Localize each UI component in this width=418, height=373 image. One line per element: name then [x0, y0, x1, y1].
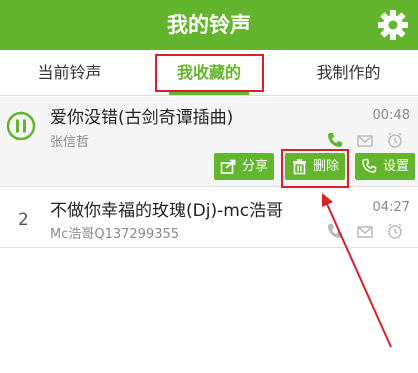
list-item[interactable]: 2 不做你幸福的玫瑰(Dj)-mc浩哥 Mc浩哥Q137299355 04:27: [0, 188, 418, 248]
share-icon: [220, 159, 236, 174]
song-artist: Mc浩哥Q137299355: [50, 227, 180, 242]
alarm-icon[interactable]: [386, 131, 404, 149]
app-header: 我的铃声: [0, 0, 418, 50]
tab-my-creations[interactable]: 我制作的: [279, 50, 418, 96]
song-index: 2: [18, 210, 29, 230]
alarm-icon[interactable]: [386, 222, 404, 240]
song-title: 不做你幸福的玫瑰(Dj)-mc浩哥: [50, 201, 284, 221]
phone-icon[interactable]: [326, 222, 344, 240]
message-icon[interactable]: [356, 223, 374, 241]
settings-button[interactable]: [376, 8, 410, 42]
ring-icon: [362, 158, 377, 173]
song-duration: 00:48: [372, 108, 410, 123]
phone-icon[interactable]: [326, 131, 344, 149]
pause-icon: [6, 111, 36, 141]
tab-current-ringtone[interactable]: 当前铃声: [0, 50, 139, 96]
share-label: 分享: [242, 159, 269, 174]
song-title: 爱你没错(古剑奇谭插曲): [50, 108, 234, 128]
song-duration: 04:27: [372, 200, 410, 215]
message-icon[interactable]: [356, 132, 374, 150]
active-tab-indicator: [169, 92, 249, 95]
set-ringtone-button[interactable]: 设置: [355, 153, 415, 180]
delete-annotation-box: [281, 149, 349, 188]
set-label: 设置: [383, 159, 410, 174]
share-button[interactable]: 分享: [214, 153, 274, 180]
page-title: 我的铃声: [167, 13, 251, 37]
tab-annotation-box: [155, 54, 264, 92]
gear-icon: [378, 10, 408, 40]
pause-button[interactable]: [6, 111, 36, 141]
list-item[interactable]: 爱你没错(古剑奇谭插曲) 张信哲 00:48 分享 删除 设置: [0, 97, 418, 187]
song-artist: 张信哲: [50, 135, 90, 150]
tab-bar: 当前铃声 我收藏的 我制作的: [0, 50, 418, 96]
